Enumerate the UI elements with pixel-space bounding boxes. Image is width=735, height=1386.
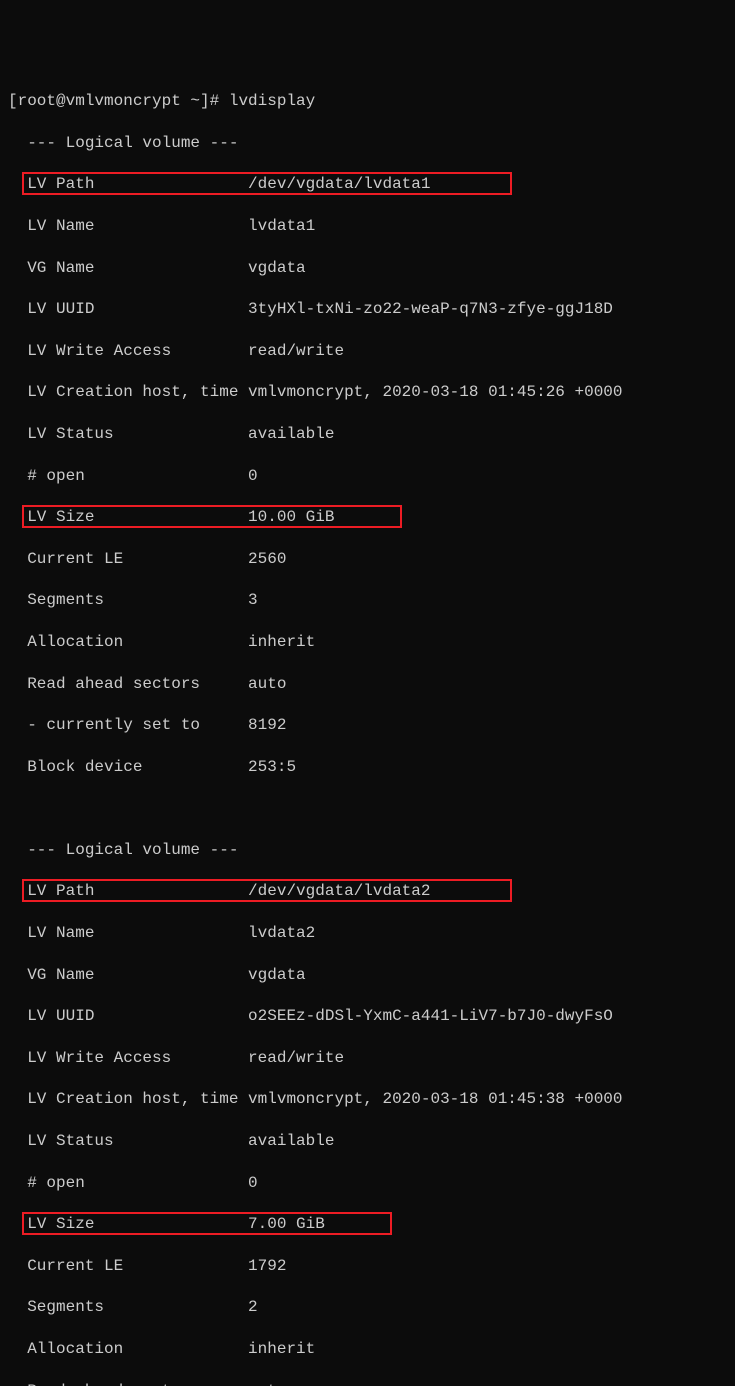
lv-name-value: lvdata1 (248, 217, 315, 235)
lv-open-value: 0 (248, 467, 258, 485)
lv2-open-row: # open 0 (8, 1173, 727, 1194)
lv-ct-label: LV Creation host, time (8, 1090, 248, 1108)
lv-name-value: lvdata2 (248, 924, 315, 942)
vg-name-label: VG Name (8, 966, 248, 984)
lv-ras-label: Read ahead sectors (8, 1382, 248, 1386)
lv-wa-label: LV Write Access (8, 1049, 248, 1067)
lv2-vg-row: VG Name vgdata (8, 965, 727, 986)
lv-seg-value: 2 (248, 1298, 258, 1316)
lv-uuid-label: LV UUID (8, 300, 248, 318)
lv2-uuid-row: LV UUID o2SEEz-dDSl-YxmC-a441-LiV7-b7J0-… (8, 1006, 727, 1027)
lv2-seg-row: Segments 2 (8, 1297, 727, 1318)
lv-le-label: Current LE (8, 550, 248, 568)
lv-le-value: 2560 (248, 550, 286, 568)
lv-le-label: Current LE (8, 1257, 248, 1275)
lv-path-value: /dev/vgdata/lvdata1 (248, 175, 430, 193)
lv1-size-row: LV Size 10.00 GiB (8, 507, 727, 528)
lv-ras-label: Read ahead sectors (8, 675, 248, 693)
lv2-name-row: LV Name lvdata2 (8, 923, 727, 944)
lv-le-value: 1792 (248, 1257, 286, 1275)
lv1-alloc-row: Allocation inherit (8, 632, 727, 653)
lv1-path-row: LV Path /dev/vgdata/lvdata1 (8, 174, 727, 195)
lv1-vg-row: VG Name vgdata (8, 258, 727, 279)
lv1-open-row: # open 0 (8, 466, 727, 487)
lv-open-label: # open (8, 467, 248, 485)
lv2-alloc-row: Allocation inherit (8, 1339, 727, 1360)
lv1-wa-row: LV Write Access read/write (8, 341, 727, 362)
vg-name-value: vgdata (248, 966, 306, 984)
lv-open-label: # open (8, 1174, 248, 1192)
lv-alloc-label: Allocation (8, 1340, 248, 1358)
lv-path-label: LV Path (8, 175, 248, 193)
lv-status-label: LV Status (8, 425, 248, 443)
lv1-uuid-row: LV UUID 3tyHXl-txNi-zo22-weaP-q7N3-zfye-… (8, 299, 727, 320)
lv-path-value: /dev/vgdata/lvdata2 (248, 882, 430, 900)
lv-size-value: 7.00 GiB (248, 1215, 325, 1233)
lv2-wa-row: LV Write Access read/write (8, 1048, 727, 1069)
lv-open-value: 0 (248, 1174, 258, 1192)
lv-seg-label: Segments (8, 591, 248, 609)
lv-cur-value: 8192 (248, 716, 286, 734)
lv-status-value: available (248, 1132, 334, 1150)
lv1-status-row: LV Status available (8, 424, 727, 445)
lv-ct-value: vmlvmoncrypt, 2020-03-18 01:45:38 +0000 (248, 1090, 622, 1108)
lv1-le-row: Current LE 2560 (8, 549, 727, 570)
lv-alloc-value: inherit (248, 1340, 315, 1358)
vg-name-value: vgdata (248, 259, 306, 277)
lv-size-value: 10.00 GiB (248, 508, 334, 526)
lv-wa-label: LV Write Access (8, 342, 248, 360)
lv-header: --- Logical volume --- (8, 133, 727, 154)
lv-wa-value: read/write (248, 1049, 344, 1067)
lv-seg-value: 3 (248, 591, 258, 609)
prompt: [root@vmlvmoncrypt ~]# (8, 92, 229, 110)
lv1-ras-row: Read ahead sectors auto (8, 674, 727, 695)
lv-uuid-value: o2SEEz-dDSl-YxmC-a441-LiV7-b7J0-dwyFsO (248, 1007, 613, 1025)
lv-uuid-value: 3tyHXl-txNi-zo22-weaP-q7N3-zfye-ggJ18D (248, 300, 613, 318)
lv-ras-value: auto (248, 1382, 286, 1386)
lv2-path-row: LV Path /dev/vgdata/lvdata2 (8, 881, 727, 902)
lv-path-label: LV Path (8, 882, 248, 900)
lv2-size-row: LV Size 7.00 GiB (8, 1214, 727, 1235)
lv-seg-label: Segments (8, 1298, 248, 1316)
lv1-bd-row: Block device 253:5 (8, 757, 727, 778)
lv2-ras-row: Read ahead sectors auto (8, 1381, 727, 1386)
lv1-name-row: LV Name lvdata1 (8, 216, 727, 237)
lv-ct-value: vmlvmoncrypt, 2020-03-18 01:45:26 +0000 (248, 383, 622, 401)
blank-line (8, 798, 727, 819)
lv-ras-value: auto (248, 675, 286, 693)
lv-bd-label: Block device (8, 758, 248, 776)
terminal-output: [root@vmlvmoncrypt ~]# lvdisplay --- Log… (8, 70, 727, 1386)
lv-name-label: LV Name (8, 217, 248, 235)
lv1-cur-row: - currently set to 8192 (8, 715, 727, 736)
lv-bd-value: 253:5 (248, 758, 296, 776)
lv1-seg-row: Segments 3 (8, 590, 727, 611)
lv2-status-row: LV Status available (8, 1131, 727, 1152)
lv-cur-label: - currently set to (8, 716, 248, 734)
lv-size-label: LV Size (8, 1215, 248, 1233)
lv-uuid-label: LV UUID (8, 1007, 248, 1025)
lv-size-label: LV Size (8, 508, 248, 526)
lv-status-value: available (248, 425, 334, 443)
lv2-le-row: Current LE 1792 (8, 1256, 727, 1277)
lv-status-label: LV Status (8, 1132, 248, 1150)
command: lvdisplay (229, 92, 315, 110)
lv-wa-value: read/write (248, 342, 344, 360)
vg-name-label: VG Name (8, 259, 248, 277)
lv1-ct-row: LV Creation host, time vmlvmoncrypt, 202… (8, 382, 727, 403)
lv-alloc-value: inherit (248, 633, 315, 651)
lv2-ct-row: LV Creation host, time vmlvmoncrypt, 202… (8, 1089, 727, 1110)
lv-header: --- Logical volume --- (8, 840, 727, 861)
lv-ct-label: LV Creation host, time (8, 383, 248, 401)
prompt-line: [root@vmlvmoncrypt ~]# lvdisplay (8, 91, 727, 112)
lv-name-label: LV Name (8, 924, 248, 942)
lv-alloc-label: Allocation (8, 633, 248, 651)
